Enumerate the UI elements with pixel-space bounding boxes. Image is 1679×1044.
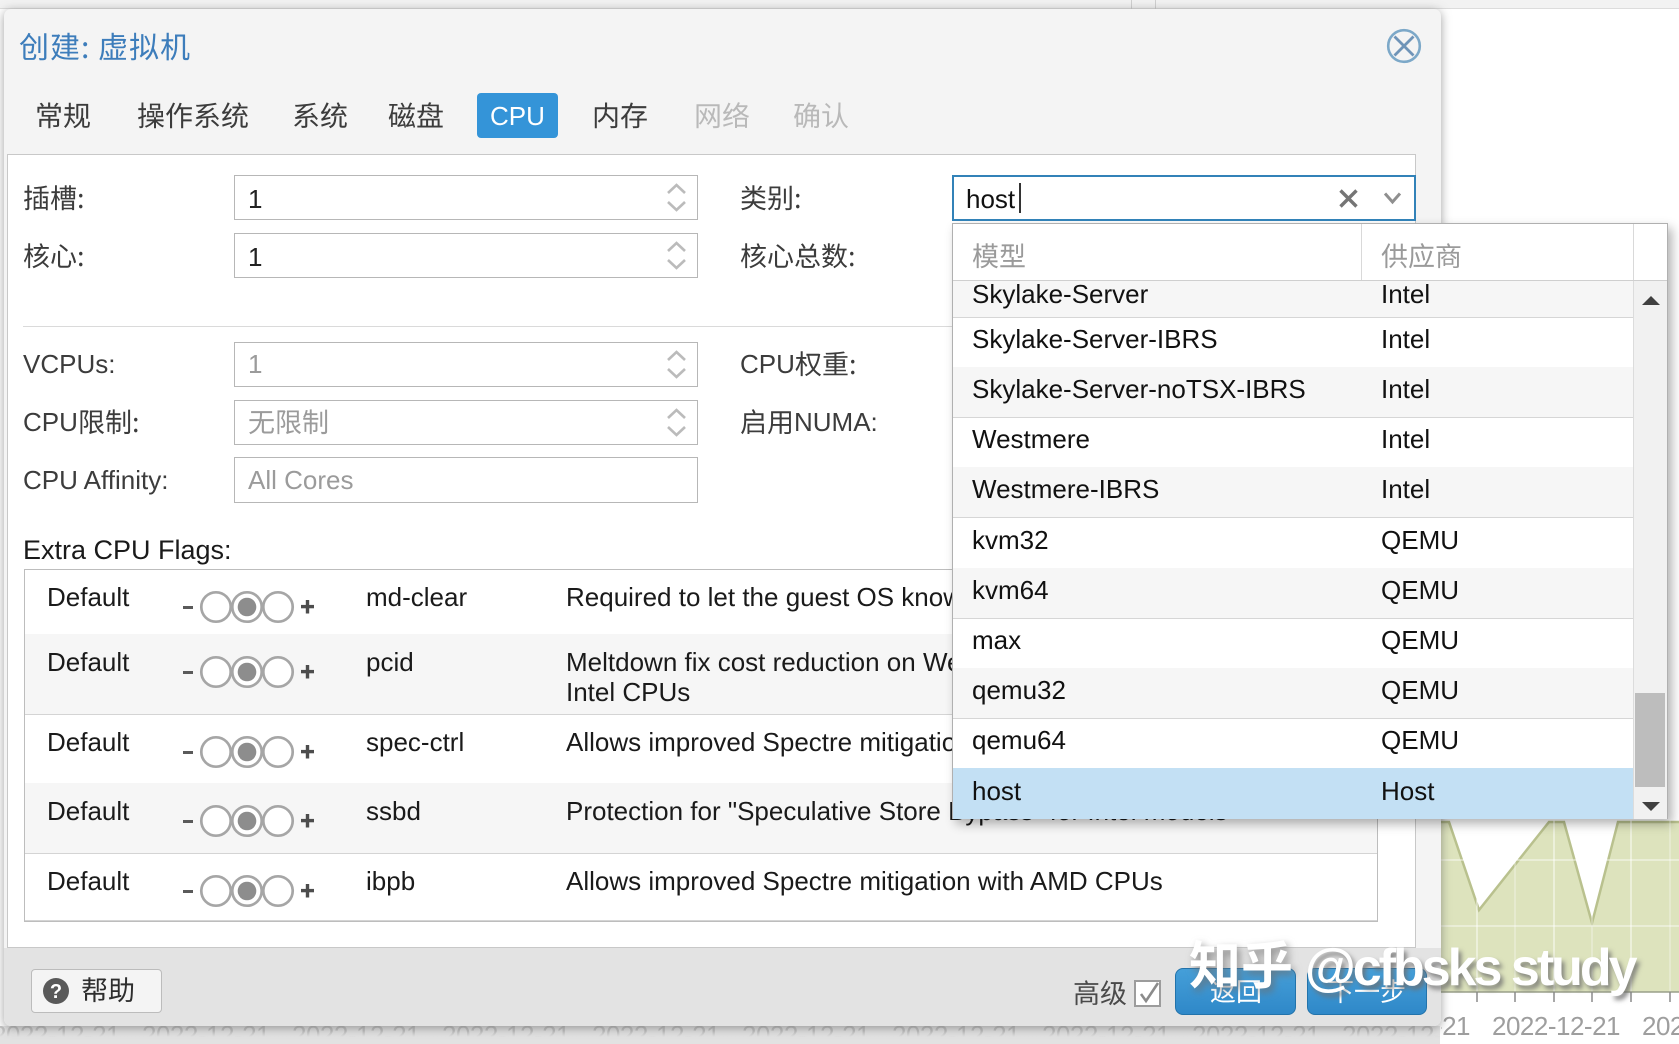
svg-text:?: ? xyxy=(50,981,62,1003)
